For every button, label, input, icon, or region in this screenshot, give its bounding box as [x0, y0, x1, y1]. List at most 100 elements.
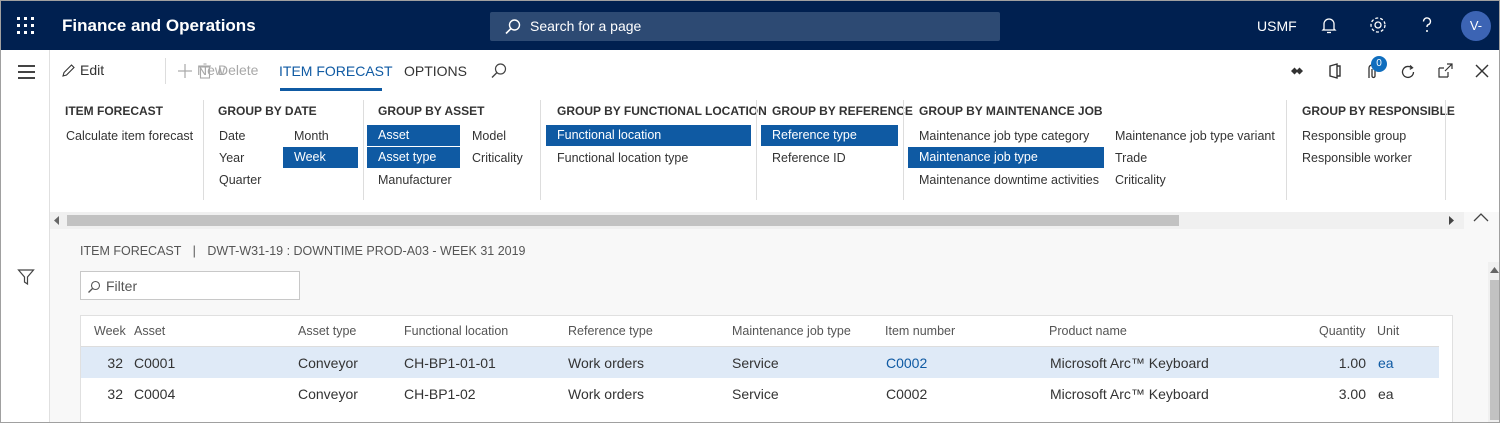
caption-form-name: ITEM FORECAST [80, 244, 182, 258]
edit-button[interactable]: Edit [61, 62, 104, 78]
group-divider [203, 100, 204, 200]
ribbon-horizontal-scrollbar[interactable] [50, 212, 1464, 229]
group-by-reference-type-button[interactable]: Reference type [761, 125, 898, 146]
trash-icon [199, 63, 211, 79]
scroll-left-arrow-icon[interactable] [54, 216, 60, 225]
tab-item-forecast[interactable]: ITEM FORECAST [279, 63, 393, 79]
cell-functional-location: CH-BP1-01-01 [404, 355, 496, 371]
app-window: Finance and Operations Search for a page… [0, 0, 1500, 423]
group-by-asset-button[interactable]: Asset [367, 125, 460, 146]
cell-asset: C0004 [134, 386, 176, 402]
scrollbar-thumb[interactable] [67, 215, 1179, 226]
cell-asset: C0001 [134, 355, 176, 371]
group-by-trade-button[interactable]: Trade [1104, 148, 1284, 169]
group-title: GROUP BY RESPONSIBLE [1302, 104, 1455, 118]
cell-maintenance-job-type: Service [732, 386, 779, 402]
column-header-quantity[interactable]: Quantity [1319, 324, 1366, 338]
group-by-criticality-button[interactable]: Criticality [461, 148, 536, 169]
column-header-asset[interactable]: Asset [134, 324, 165, 338]
group-by-month-button[interactable]: Month [283, 126, 358, 147]
grid-filter-input[interactable]: Filter [80, 271, 300, 300]
filter-pane-icon[interactable] [17, 268, 35, 286]
column-header-asset-type[interactable]: Asset type [298, 324, 356, 338]
group-by-date-button[interactable]: Date [208, 126, 278, 147]
group-by-reference-id-button[interactable]: Reference ID [761, 148, 898, 169]
ribbon: ITEM FORECAST Calculate item forecast GR… [50, 92, 1499, 212]
group-by-year-button[interactable]: Year [208, 148, 278, 169]
column-header-week[interactable]: Week [94, 324, 126, 338]
group-by-functional-location-type-button[interactable]: Functional location type [546, 148, 751, 169]
scroll-up-arrow-icon[interactable] [1490, 267, 1499, 273]
group-title: GROUP BY ASSET [378, 104, 485, 118]
group-by-job-criticality-button[interactable]: Criticality [1104, 170, 1284, 191]
notifications-bell-icon[interactable] [1319, 15, 1339, 35]
group-by-asset: GROUP BY ASSET Asset Model Asset type Cr… [367, 92, 543, 202]
pencil-icon [62, 64, 75, 77]
plus-icon [178, 64, 192, 78]
column-header-unit[interactable]: Unit [1377, 324, 1399, 338]
settings-gear-icon[interactable] [1368, 15, 1388, 35]
group-by-maintenance-job: GROUP BY MAINTENANCE JOB Maintenance job… [908, 92, 1289, 202]
scrollbar-thumb[interactable] [1490, 280, 1499, 420]
scroll-right-arrow-icon[interactable] [1448, 216, 1454, 225]
column-header-reference-type[interactable]: Reference type [568, 324, 653, 338]
group-divider [903, 100, 904, 200]
cell-week: 32 [107, 386, 123, 402]
group-by-downtime-activities-button[interactable]: Maintenance downtime activities [908, 170, 1104, 191]
calculate-item-forecast-button[interactable]: Calculate item forecast [55, 126, 193, 147]
cell-quantity: 1.00 [1338, 355, 1366, 371]
user-avatar[interactable]: V- [1461, 11, 1491, 41]
group-by-responsible-group-button[interactable]: Responsible group [1291, 126, 1441, 147]
page-caption: ITEM FORECAST | DWT-W31-19 : DOWNTIME PR… [80, 244, 526, 258]
cell-unit-link[interactable]: ea [1378, 355, 1394, 371]
group-divider [363, 100, 364, 200]
help-question-icon[interactable] [1417, 15, 1437, 35]
cell-unit: ea [1378, 386, 1394, 402]
group-by-model-button[interactable]: Model [461, 126, 536, 147]
tab-options[interactable]: OPTIONS [404, 63, 467, 79]
cell-reference-type: Work orders [568, 355, 644, 371]
open-in-new-window-icon[interactable] [1436, 62, 1454, 80]
group-by-job-type-category-button[interactable]: Maintenance job type category [908, 126, 1104, 147]
delete-button-body[interactable]: Delete [198, 62, 259, 79]
group-by-date: GROUP BY DATE Date Month Year Week Quart… [218, 92, 368, 202]
hamburger-menu-icon[interactable] [18, 65, 35, 79]
group-by-asset-type-button[interactable]: Asset type [367, 147, 460, 168]
company-picker[interactable]: USMF [1257, 18, 1297, 34]
group-by-week-button[interactable]: Week [283, 147, 358, 168]
table-row[interactable]: 32 C0004 Conveyor CH-BP1-02 Work orders … [81, 378, 1439, 409]
close-icon[interactable] [1473, 62, 1491, 80]
group-by-functional-location-button[interactable]: Functional location [546, 125, 751, 146]
cell-functional-location: CH-BP1-02 [404, 386, 476, 402]
column-header-product-name[interactable]: Product name [1049, 324, 1127, 338]
column-header-maintenance-job-type[interactable]: Maintenance job type [732, 324, 851, 338]
cell-reference-type: Work orders [568, 386, 644, 402]
group-by-job-type-variant-button[interactable]: Maintenance job type variant [1104, 126, 1284, 147]
group-by-responsible: GROUP BY RESPONSIBLE Responsible group R… [1302, 92, 1455, 202]
delete-label: Delete [218, 62, 259, 78]
app-title[interactable]: Finance and Operations [62, 16, 256, 36]
group-by-manufacturer-button[interactable]: Manufacturer [367, 170, 460, 191]
group-by-job-type-button[interactable]: Maintenance job type [908, 147, 1104, 168]
cell-item-number[interactable]: C0002 [886, 386, 927, 402]
action-search-icon[interactable] [490, 62, 508, 80]
page-search-box[interactable]: Search for a page [490, 12, 1000, 41]
column-header-functional-location[interactable]: Functional location [404, 324, 508, 338]
group-divider [1445, 100, 1446, 200]
cell-item-number-link[interactable]: C0002 [886, 355, 927, 371]
collapse-ribbon-chevron-icon[interactable] [1471, 211, 1491, 225]
refresh-icon[interactable] [1399, 63, 1417, 81]
content-vertical-scrollbar[interactable] [1488, 262, 1499, 422]
group-by-quarter-button[interactable]: Quarter [208, 170, 278, 191]
column-header-item-number[interactable]: Item number [885, 324, 955, 338]
group-title: GROUP BY FUNCTIONAL LOCATION [557, 104, 767, 118]
cell-quantity: 3.00 [1338, 386, 1366, 402]
table-row[interactable]: 32 C0001 Conveyor CH-BP1-01-01 Work orde… [81, 347, 1439, 378]
group-divider [1286, 100, 1287, 200]
edit-label: Edit [80, 62, 105, 78]
office-icon[interactable] [1326, 62, 1344, 80]
app-launcher-icon[interactable] [17, 17, 35, 35]
group-by-responsible-worker-button[interactable]: Responsible worker [1291, 148, 1441, 169]
power-apps-icon[interactable] [1287, 62, 1305, 80]
filter-placeholder: Filter [106, 278, 138, 294]
